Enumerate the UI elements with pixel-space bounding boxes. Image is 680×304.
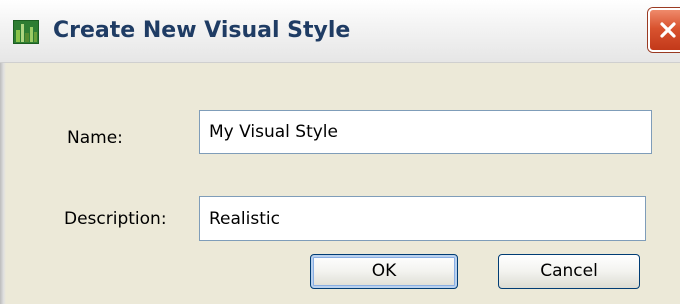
description-input[interactable] — [199, 196, 646, 241]
description-label: Description: — [64, 209, 167, 229]
create-visual-style-dialog: Create New Visual Style Name: Descriptio… — [0, 0, 680, 304]
name-input[interactable] — [199, 110, 652, 154]
window-title: Create New Visual Style — [53, 18, 351, 43]
window-left-border — [0, 63, 6, 304]
ok-button[interactable]: OK — [310, 254, 458, 289]
visual-style-app-icon — [13, 20, 39, 44]
name-label: Name: — [67, 128, 123, 148]
close-x-icon — [660, 22, 676, 38]
close-button[interactable] — [648, 8, 680, 52]
cancel-button[interactable]: Cancel — [498, 254, 640, 289]
title-bar[interactable]: Create New Visual Style — [0, 0, 680, 63]
